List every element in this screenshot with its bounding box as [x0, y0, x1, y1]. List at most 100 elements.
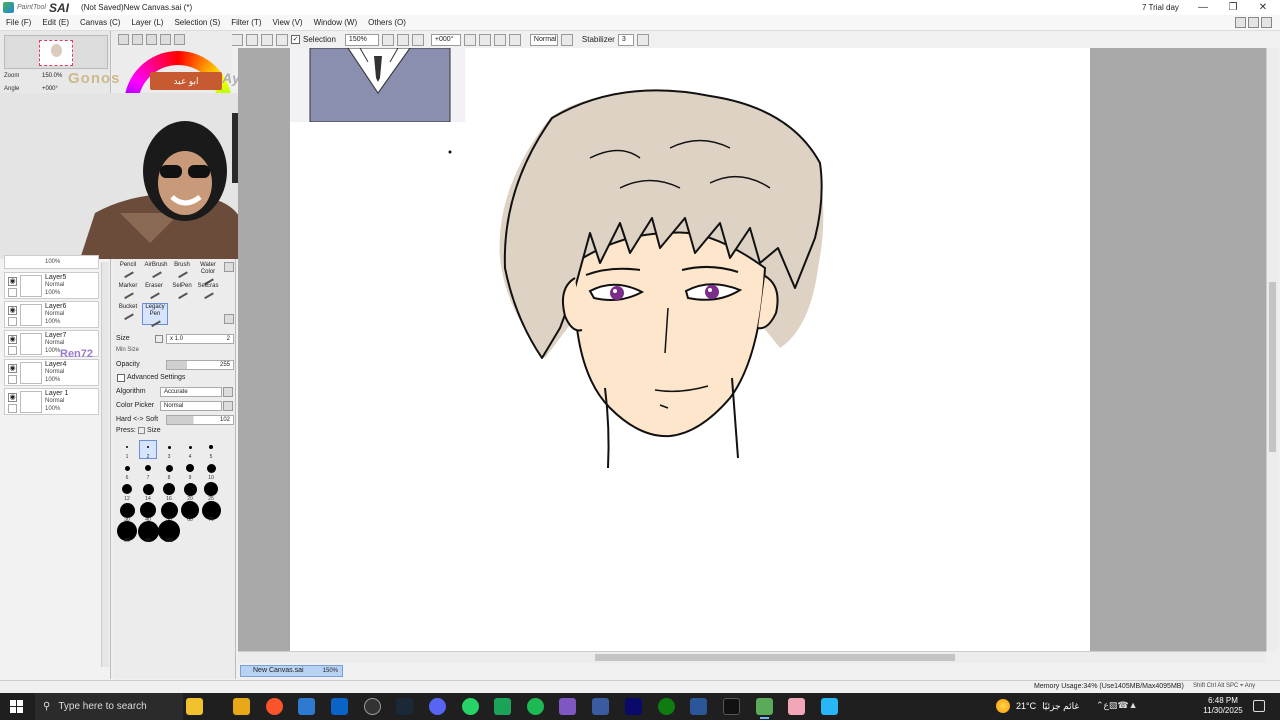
brush-size-dot[interactable]	[126, 446, 128, 448]
tool-bucket[interactable]: Bucket	[115, 304, 141, 324]
layer-scrollbar[interactable]	[101, 262, 109, 667]
menu-edit[interactable]: Edit (E)	[42, 18, 69, 27]
layer-row-layer1[interactable]: ◉ Layer 1 Normal 100%	[4, 388, 99, 415]
blend-mode-select[interactable]: Normal	[529, 33, 558, 46]
horizontal-scrollbar[interactable]	[238, 651, 1266, 663]
color-picker-select[interactable]: Normal	[160, 401, 222, 411]
panel-layout-icon-1[interactable]	[1235, 17, 1246, 28]
brush-size-dot[interactable]	[167, 445, 171, 449]
brush-size-dot[interactable]	[186, 464, 194, 472]
tool-scroll-up-icon[interactable]	[224, 262, 234, 272]
visibility-eye-icon[interactable]: ◉	[8, 364, 17, 373]
advanced-settings-toggle[interactable]	[117, 374, 125, 382]
rgb-slider-mode-icon[interactable]	[132, 34, 143, 45]
discord-icon[interactable]	[429, 698, 446, 715]
copilot-icon[interactable]	[186, 698, 203, 715]
tool-legacy-pen[interactable]: Legacy Pen	[142, 303, 168, 328]
zoom-reset-icon[interactable]	[411, 33, 424, 46]
painttool-sai-icon[interactable]	[756, 698, 773, 719]
capcut-icon[interactable]	[723, 698, 740, 715]
word-icon[interactable]	[690, 698, 707, 715]
outlook-icon[interactable]	[331, 698, 348, 715]
brush-size-dot[interactable]	[204, 482, 218, 496]
obs-icon[interactable]	[364, 698, 381, 715]
spotify-icon[interactable]	[527, 698, 544, 715]
microsoft-store-icon[interactable]	[298, 698, 315, 715]
brush-size-dot[interactable]	[160, 501, 178, 519]
brush-size-dot[interactable]	[119, 502, 135, 518]
menu-selection[interactable]: Selection (S)	[174, 18, 220, 27]
system-tray-icons[interactable]: ⌃ع▧☎▲	[1096, 700, 1138, 711]
press-size-checkbox[interactable]	[138, 427, 145, 434]
flip-icon[interactable]	[508, 33, 521, 46]
menu-layer[interactable]: Layer (L)	[131, 18, 163, 27]
scratchpad-mode-icon[interactable]	[174, 34, 185, 45]
menu-file[interactable]: File (F)	[6, 18, 31, 27]
taskbar-clock[interactable]: 6:48 PM 11/30/2025	[1200, 696, 1246, 716]
rotate-reset-icon[interactable]	[493, 33, 506, 46]
tool-brush[interactable]: Brush	[169, 262, 195, 282]
layer-lock-checkbox[interactable]	[8, 404, 17, 413]
panel-layout-icon-2[interactable]	[1248, 17, 1259, 28]
drawing-app-icon[interactable]	[821, 698, 838, 715]
tool-scroll-down-icon[interactable]	[224, 314, 234, 324]
menu-canvas[interactable]: Canvas (C)	[80, 18, 120, 27]
visibility-eye-icon[interactable]: ◉	[8, 306, 17, 315]
visibility-eye-icon[interactable]: ◉	[8, 393, 17, 402]
close-button[interactable]: ✕	[1248, 0, 1278, 15]
brush-size-dot[interactable]	[163, 483, 175, 495]
brave-browser-icon[interactable]	[266, 698, 283, 715]
size-slider[interactable]: x 1.0 2	[166, 334, 234, 344]
tool-eraser[interactable]: Eraser	[141, 283, 167, 303]
layer-lock-checkbox[interactable]	[8, 288, 17, 297]
layer-lock-checkbox[interactable]	[8, 317, 17, 326]
brush-size-dot[interactable]	[145, 465, 151, 471]
brush-size-dot[interactable]	[147, 446, 149, 448]
vertical-scroll-thumb[interactable]	[1269, 282, 1276, 452]
stabilizer-dropdown-icon[interactable]	[636, 33, 649, 46]
brush-size-dot[interactable]	[188, 445, 192, 449]
minimize-button[interactable]: —	[1188, 0, 1218, 15]
tool-marker[interactable]: Marker	[115, 283, 141, 303]
canvas-area[interactable]	[238, 48, 1266, 651]
whatsapp-icon[interactable]	[462, 698, 479, 715]
menu-window[interactable]: Window (W)	[314, 18, 358, 27]
algorithm-select[interactable]: Accurate	[160, 387, 222, 397]
drawing-paper[interactable]	[290, 48, 1090, 651]
menu-view[interactable]: View (V)	[272, 18, 302, 27]
algorithm-dropdown-icon[interactable]	[223, 387, 233, 397]
zoom-out-icon[interactable]	[381, 33, 394, 46]
brush-size-dot[interactable]	[124, 465, 130, 471]
tool-watercolor[interactable]: Water Color	[195, 262, 221, 286]
hard-soft-slider[interactable]: 102	[166, 415, 234, 425]
vpn-icon[interactable]	[592, 698, 609, 715]
brush-size-dot[interactable]	[165, 464, 173, 472]
menu-filter[interactable]: Filter (T)	[231, 18, 261, 27]
visibility-eye-icon[interactable]: ◉	[8, 277, 17, 286]
swatches-mode-icon[interactable]	[160, 34, 171, 45]
layer-row-layer4[interactable]: ◉ Layer4 Normal 100%	[4, 359, 99, 386]
navigator-preview[interactable]	[4, 35, 108, 69]
stabilizer-select[interactable]: 3	[617, 33, 634, 46]
color-picker-dropdown-icon[interactable]	[223, 401, 233, 411]
file-explorer-icon[interactable]	[233, 698, 250, 715]
notification-icon[interactable]	[1253, 700, 1265, 712]
brush-size-dot[interactable]	[209, 445, 213, 449]
layer-row-layer6[interactable]: ◉ Layer6 Normal 100%	[4, 301, 99, 328]
taskbar-search[interactable]: ⚲ Type here to search	[35, 693, 183, 720]
hsv-slider-mode-icon[interactable]	[146, 34, 157, 45]
brush-size-dot[interactable]	[206, 463, 216, 473]
rotate-right-icon[interactable]	[478, 33, 491, 46]
visibility-eye-icon[interactable]: ◉	[8, 335, 17, 344]
selection-checkbox[interactable]: ✓	[291, 35, 300, 44]
xbox-icon[interactable]	[658, 698, 675, 715]
game-app-icon[interactable]	[559, 698, 576, 715]
horizontal-scroll-thumb[interactable]	[595, 654, 955, 661]
zoom-select[interactable]: 150%	[344, 33, 379, 46]
weather-widget[interactable]: 21°C غائم جزئيًا	[996, 699, 1079, 713]
deselect-icon[interactable]	[231, 33, 243, 46]
terminal-icon[interactable]	[625, 698, 642, 715]
navigator-angle-value[interactable]: +000°	[42, 86, 58, 92]
maximize-button[interactable]: ❐	[1218, 0, 1248, 15]
color-wheel-mode-icon[interactable]	[118, 34, 129, 45]
